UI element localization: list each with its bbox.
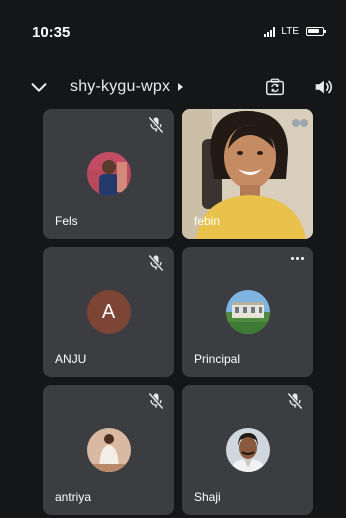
avatar (225, 290, 270, 334)
avatar (86, 152, 131, 196)
participant-name: Fels (55, 214, 78, 228)
participant-name: ANJU (55, 352, 87, 366)
participant-tile-anju[interactable]: A ANJU (43, 247, 174, 377)
participant-tile-antriya[interactable]: antriya (43, 385, 174, 515)
participant-tile-principal[interactable]: Principal (182, 247, 313, 377)
avatar (86, 428, 131, 472)
mic-off-icon (287, 392, 303, 410)
participant-name: febin (194, 214, 221, 228)
mic-off-icon (148, 254, 164, 272)
meeting-code-button[interactable]: shy-kygu-wpx (70, 78, 184, 96)
participant-name: Shaji (194, 490, 221, 504)
speaker-icon[interactable] (312, 76, 334, 98)
switch-camera-icon[interactable] (264, 76, 286, 98)
meeting-top-bar: shy-kygu-wpx (0, 70, 346, 104)
participant-name: Principal (194, 352, 241, 366)
signal-icon (264, 26, 276, 37)
avatar (225, 428, 270, 472)
chevron-down-icon[interactable] (28, 76, 50, 98)
more-options-icon[interactable] (291, 257, 304, 260)
network-type: LTE (281, 26, 299, 37)
mic-off-icon (148, 116, 164, 134)
status-time: 10:35 (32, 24, 71, 41)
avatar: A (86, 290, 131, 334)
status-bar: 10:35 LTE (0, 0, 346, 64)
mic-off-icon (148, 392, 164, 410)
caret-right-icon (178, 83, 184, 91)
participant-tile-febin[interactable]: febin (182, 109, 313, 239)
status-icons: LTE (264, 26, 326, 37)
participant-name: antriya (55, 490, 92, 504)
participant-tile-shaji[interactable]: Shaji (182, 385, 313, 515)
meeting-code: shy-kygu-wpx (70, 78, 171, 95)
participant-tile-fels[interactable]: Fels (43, 109, 174, 239)
battery-icon (306, 27, 326, 36)
